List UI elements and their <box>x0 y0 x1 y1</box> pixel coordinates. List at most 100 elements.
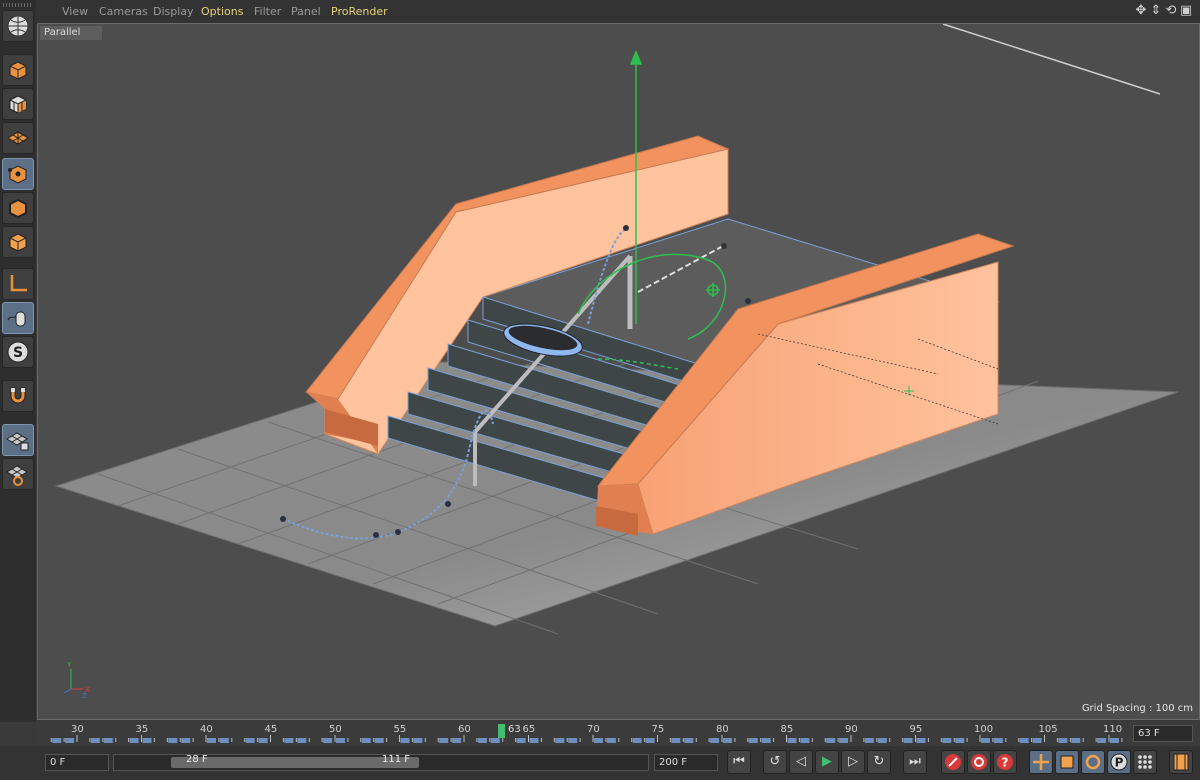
model-mode-button[interactable] <box>2 10 34 42</box>
menu-cameras[interactable]: Cameras <box>99 5 148 18</box>
start-frame-field[interactable]: 0 F <box>45 754 109 771</box>
keyframe-block <box>297 738 307 743</box>
tick-label: 85 <box>780 724 794 735</box>
tweak-mode-button[interactable] <box>2 302 34 334</box>
keyframe-block <box>65 738 75 743</box>
keyframe-block <box>529 738 539 743</box>
point-mode-button[interactable] <box>2 158 34 190</box>
end-frame-field[interactable]: 200 F <box>654 754 718 771</box>
keyframe-block <box>981 738 990 743</box>
tick-label: 50 <box>329 724 342 735</box>
magnet-button[interactable] <box>2 380 34 412</box>
workplane-button[interactable] <box>2 458 34 490</box>
keyframe-block <box>374 738 384 743</box>
record-keys-icon <box>945 754 961 770</box>
maximize-icon[interactable]: ▣ <box>1179 3 1193 19</box>
menu-filter[interactable]: Filter <box>254 5 281 18</box>
keyframe-block <box>800 738 810 743</box>
snap-button[interactable]: S <box>2 336 34 368</box>
keyframe-block <box>864 738 874 743</box>
axis-icon <box>10 275 27 292</box>
rotation-key-button[interactable] <box>1081 750 1105 774</box>
polygon-mode-button[interactable] <box>2 226 34 258</box>
preview-range-slider[interactable]: 28 F 111 F <box>113 754 649 771</box>
scale-key-button[interactable] <box>1055 750 1079 774</box>
keyframe-block <box>452 738 462 743</box>
keyframe-block <box>761 738 771 743</box>
scene-canvas[interactable]: Y X Z <box>38 24 1200 720</box>
cube-icon <box>9 61 27 80</box>
range-end-label: 111 F <box>381 754 410 765</box>
viewport-nav-icons: ✥ ⇕ ⟲ ▣ <box>1134 3 1196 21</box>
checker-cube-button[interactable] <box>2 88 34 120</box>
keyframe-block <box>90 738 100 743</box>
rotate-icon[interactable]: ⟲ <box>1164 3 1178 19</box>
goto-end-button[interactable]: ⏭ <box>903 750 927 774</box>
menu-options[interactable]: Options <box>201 5 243 18</box>
point-level-key-button[interactable] <box>1133 750 1157 774</box>
cube-button[interactable] <box>2 54 34 86</box>
keyframe-block <box>168 738 178 743</box>
prev-frame-button[interactable]: ◁ <box>789 750 813 774</box>
left-toolbar: S <box>0 0 36 722</box>
playhead-marker[interactable] <box>498 724 505 738</box>
parameter-key-button[interactable]: P <box>1107 750 1131 774</box>
workplane-lock-icon <box>6 432 29 451</box>
axis-y-label: Y <box>66 661 72 669</box>
axis-z-label: Z <box>82 692 87 700</box>
record-button[interactable] <box>941 750 965 774</box>
magnet-icon <box>10 387 26 404</box>
keyframe-block <box>490 738 500 743</box>
keyframe-block <box>245 738 255 743</box>
play-button[interactable]: ▶ <box>815 750 839 774</box>
edge-mode-button[interactable] <box>2 192 34 224</box>
auto-key-button[interactable] <box>967 750 991 774</box>
keyframe-block <box>142 738 152 743</box>
timeline-window-button[interactable] <box>1169 750 1193 774</box>
keyframe-block <box>955 738 965 743</box>
toolbar-grip[interactable] <box>3 3 33 7</box>
film-strip-icon <box>1173 753 1189 771</box>
keyframe-block <box>477 738 487 743</box>
position-key-button[interactable] <box>1029 750 1053 774</box>
menu-prorender[interactable]: ProRender <box>331 5 388 18</box>
keyframe-block <box>839 738 849 743</box>
keyframe-selection-button[interactable]: ? <box>993 750 1017 774</box>
zoom-icon[interactable]: ⇕ <box>1149 3 1163 19</box>
next-frame-button[interactable]: ▷ <box>841 750 865 774</box>
prev-key-button[interactable]: ↺ <box>763 750 787 774</box>
current-frame-field[interactable]: 63 F <box>1133 725 1193 742</box>
background-line <box>942 24 1161 95</box>
tick-label: 60 <box>458 724 471 735</box>
range-start-label: 28 F <box>186 754 208 765</box>
next-key-button[interactable]: ↻ <box>867 750 891 774</box>
keyframe-block <box>723 738 732 743</box>
timeline-ruler[interactable]: 30 35 40 45 50 55 60 65 70 75 80 85 90 95 100 105 110 63… <box>37 722 1200 746</box>
keyframe-block <box>258 738 268 743</box>
goto-start-button[interactable]: ⏮ <box>727 750 751 774</box>
keyframe-block <box>942 738 952 743</box>
polygon-grid-button[interactable] <box>2 122 34 154</box>
workplane-lock-button[interactable] <box>2 424 34 456</box>
keyframe-block <box>606 738 616 743</box>
keyframe-block <box>129 738 139 743</box>
axis-mode-button[interactable] <box>2 268 34 300</box>
3d-viewport[interactable]: Y X Z Parallel Grid Spacing : 100 cm <box>37 23 1200 720</box>
move-icon[interactable]: ✥ <box>1134 3 1148 19</box>
keyframe-block <box>181 738 191 743</box>
keyframe-block <box>400 738 410 743</box>
svg-text:P: P <box>1115 756 1124 770</box>
menu-view[interactable]: View <box>62 5 88 18</box>
menu-display[interactable]: Display <box>153 5 194 18</box>
grid-spacing-readout: Grid Spacing : 100 cm <box>1081 703 1193 714</box>
camera-label[interactable]: Parallel <box>40 26 103 40</box>
checker-cube-icon <box>9 95 27 114</box>
tick-label: 80 <box>716 724 729 735</box>
keyframe-block <box>361 738 371 743</box>
tick-label: 30 <box>71 724 84 735</box>
keyframe-block <box>413 738 423 743</box>
workplane-icon <box>6 465 28 486</box>
menu-panel[interactable]: Panel <box>291 5 321 18</box>
keyframe-block <box>903 738 913 743</box>
sphere-globe-icon <box>7 15 29 37</box>
